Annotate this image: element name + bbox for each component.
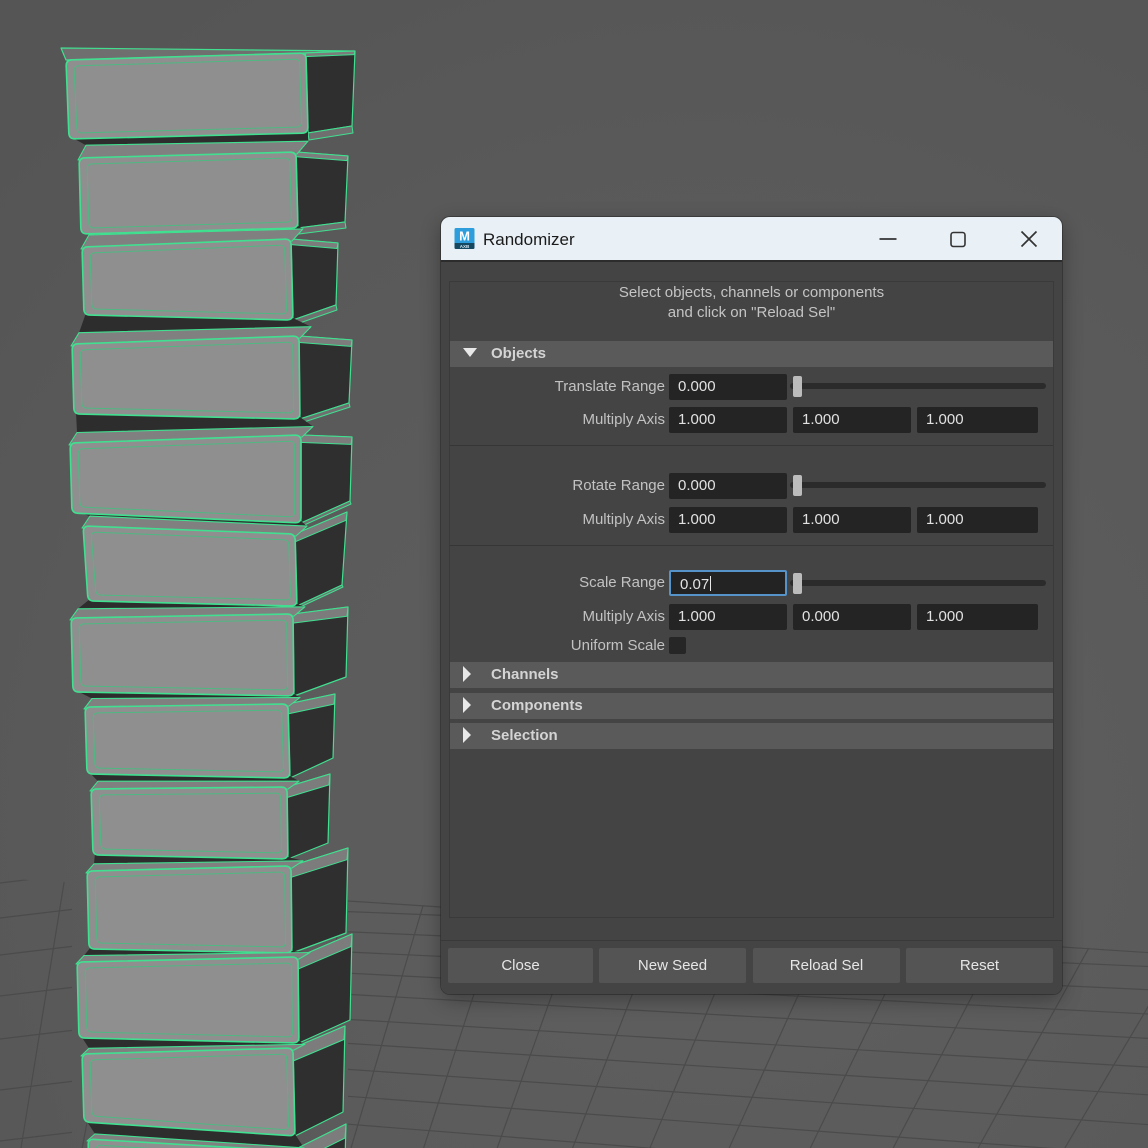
svg-text:M: M [459, 229, 470, 244]
svg-text:AXB: AXB [460, 244, 470, 249]
